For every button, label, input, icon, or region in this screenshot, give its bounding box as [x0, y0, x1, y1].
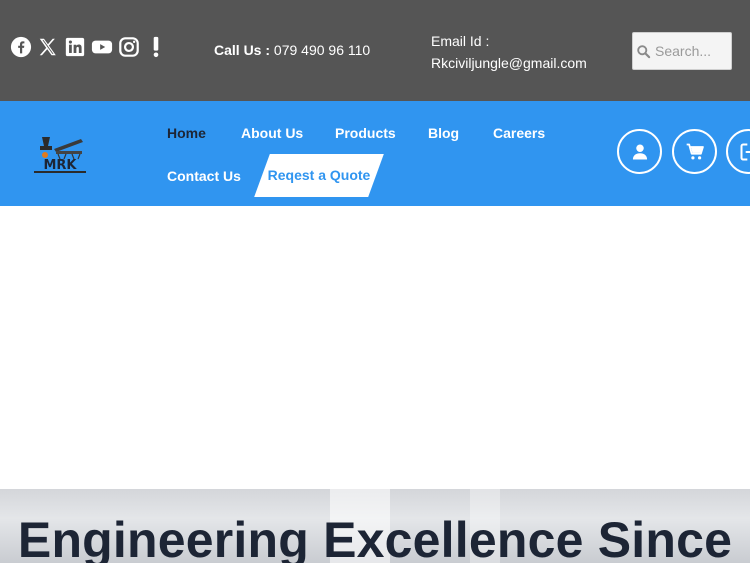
logout-icon — [740, 143, 750, 160]
youtube-icon[interactable] — [91, 36, 113, 58]
hero-title: Engineering Excellence Since — [17, 512, 733, 563]
facebook-icon[interactable] — [10, 36, 32, 58]
cart-button[interactable] — [672, 129, 717, 174]
linkedin-icon[interactable] — [64, 36, 86, 58]
email-address[interactable]: Rkciviljungle@gmail.com — [431, 52, 587, 74]
email-label: Email Id : — [431, 33, 490, 49]
email-info: Email Id : Rkciviljungle@gmail.com — [431, 30, 587, 74]
exclamation-icon[interactable] — [145, 36, 167, 58]
search-input[interactable] — [655, 43, 731, 59]
user-icon — [632, 144, 647, 159]
hero-banner: Engineering Excellence Since — [0, 489, 750, 563]
call-us-label: Call Us : — [214, 42, 271, 58]
request-quote-label: Reqest a Quote — [267, 167, 371, 183]
call-us-number[interactable]: 079 490 96 110 — [270, 42, 370, 58]
nav-item-products[interactable]: Products — [335, 125, 396, 141]
cart-icon — [686, 143, 704, 159]
nav-item-home[interactable]: Home — [167, 125, 206, 141]
nav-item-about-us[interactable]: About Us — [241, 125, 303, 141]
nav-item-careers[interactable]: Careers — [493, 125, 545, 141]
nav-item-contact-us[interactable]: Contact Us — [167, 168, 241, 184]
main-navigation: MRK Home About Us Products Blog Careers … — [0, 101, 750, 206]
search-box[interactable] — [632, 32, 732, 70]
company-logo[interactable]: MRK — [32, 135, 88, 175]
logo-text: MRK — [43, 158, 77, 173]
search-icon — [637, 44, 651, 58]
logo-graphic: MRK — [34, 137, 86, 173]
top-bar: Call Us : 079 490 96 110 Email Id : Rkci… — [0, 0, 750, 101]
x-twitter-icon[interactable] — [37, 36, 59, 58]
logout-button[interactable] — [726, 129, 750, 174]
request-quote-button[interactable]: Reqest a Quote — [254, 154, 384, 197]
instagram-icon[interactable] — [118, 36, 140, 58]
account-button[interactable] — [617, 129, 662, 174]
call-us-info: Call Us : 079 490 96 110 — [214, 42, 370, 58]
nav-item-blog[interactable]: Blog — [428, 125, 459, 141]
social-links — [10, 36, 172, 58]
